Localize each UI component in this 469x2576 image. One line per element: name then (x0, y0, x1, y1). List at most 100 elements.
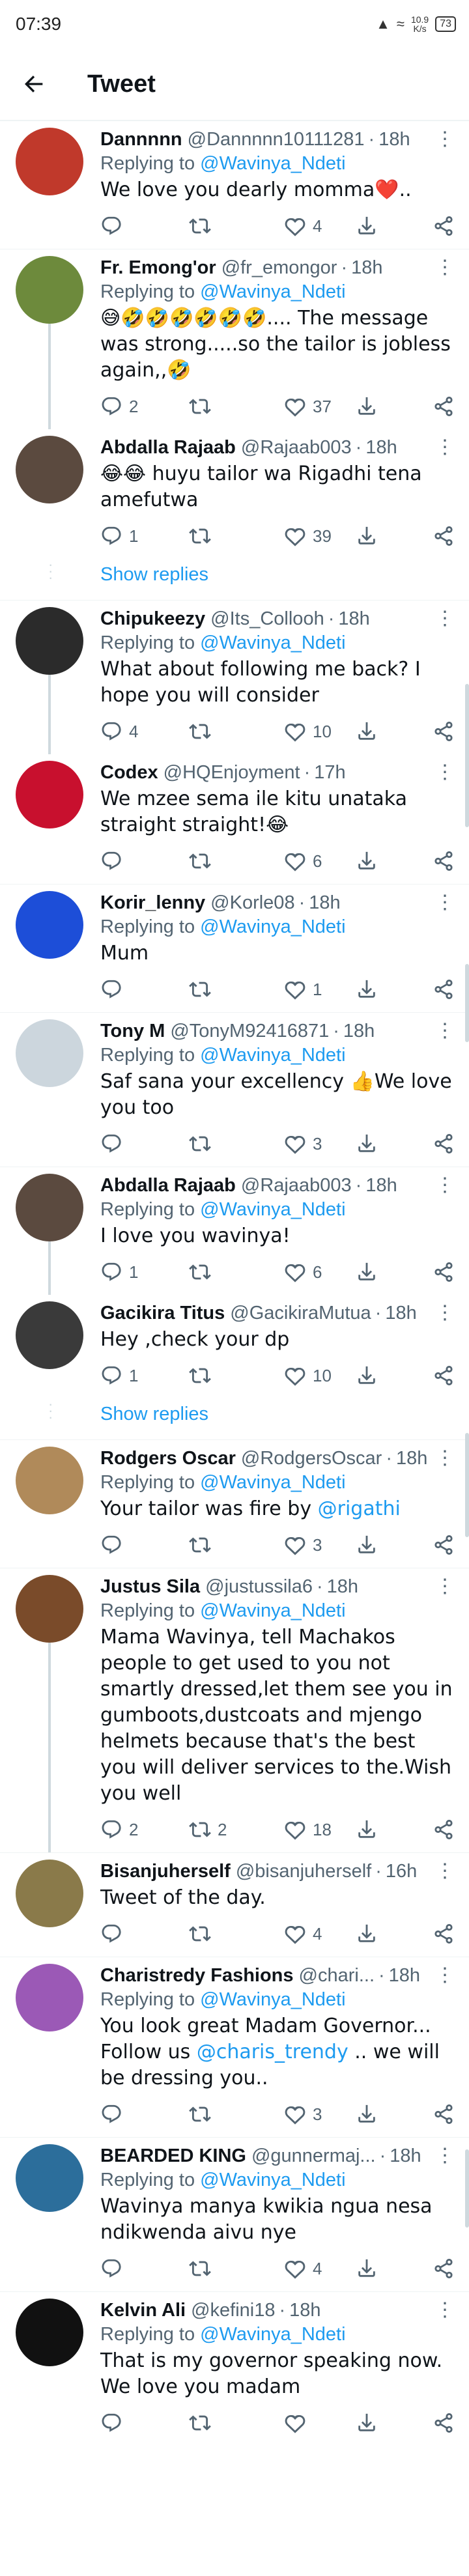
reply-button[interactable] (100, 1534, 189, 1556)
download-button[interactable] (356, 1365, 433, 1387)
download-button[interactable] (356, 720, 433, 743)
tweet-item[interactable]: Fr. Emong'or @fr_emongor · 18h ⋮ Replying to … (0, 249, 469, 429)
more-options-icon[interactable]: ⋮ (430, 761, 455, 784)
retweet-button[interactable] (189, 1534, 284, 1556)
replying-to-mention[interactable]: @Wavinya_Ndeti (200, 1045, 345, 1066)
retweet-button[interactable] (189, 395, 284, 418)
download-button[interactable] (356, 215, 433, 237)
avatar[interactable] (16, 1301, 83, 1369)
download-button[interactable] (356, 2258, 433, 2280)
like-button[interactable]: 18 (284, 1819, 356, 1841)
author-handle[interactable]: @fr_emongor (221, 257, 337, 279)
more-options-icon[interactable]: ⋮ (430, 1301, 455, 1324)
retweet-button[interactable] (189, 1923, 284, 1945)
retweet-button[interactable] (189, 1261, 284, 1283)
author-name[interactable]: Bisanjuherself (100, 1861, 231, 1882)
more-options-icon[interactable]: ⋮ (430, 1964, 455, 1987)
more-options-icon[interactable]: ⋮ (430, 891, 455, 914)
share-button[interactable] (433, 1819, 455, 1841)
more-options-icon[interactable]: ⋮ (430, 2144, 455, 2167)
reply-button[interactable]: 1 (100, 1365, 189, 1387)
author-handle[interactable]: @GacikiraMutua (230, 1303, 371, 1324)
author-handle[interactable]: @TonyM92416871 (170, 1021, 329, 1042)
author-name[interactable]: Gacikira Titus (100, 1303, 225, 1324)
reply-button[interactable] (100, 978, 189, 1000)
like-button[interactable]: 3 (284, 2103, 356, 2125)
show-replies-label[interactable]: Show replies (100, 564, 208, 585)
replying-to-mention[interactable]: @Wavinya_Ndeti (200, 632, 345, 653)
more-options-icon[interactable]: ⋮ (430, 256, 455, 279)
avatar[interactable] (16, 1019, 83, 1087)
like-button[interactable]: 6 (284, 850, 356, 872)
replying-to-mention[interactable]: @Wavinya_Ndeti (200, 153, 345, 174)
download-button[interactable] (356, 1133, 433, 1155)
author-name[interactable]: Abdalla Rajaab (100, 1175, 236, 1196)
download-button[interactable] (356, 850, 433, 872)
author-handle[interactable]: @Korle08 (210, 892, 294, 914)
replying-to-mention[interactable]: @Wavinya_Ndeti (200, 281, 345, 302)
share-button[interactable] (433, 1534, 455, 1556)
replying-to-mention[interactable]: @Wavinya_Ndeti (200, 1472, 345, 1493)
reply-button[interactable] (100, 1923, 189, 1945)
tweet-item[interactable]: Bisanjuherself @bisanjuherself · 16h ⋮ Tweet … (0, 1852, 469, 1957)
more-options-icon[interactable]: ⋮ (430, 2299, 455, 2321)
reply-button[interactable]: 1 (100, 525, 189, 547)
back-arrow-icon[interactable] (16, 66, 52, 102)
replying-to-mention[interactable]: @Wavinya_Ndeti (200, 916, 345, 937)
retweet-button[interactable] (189, 525, 284, 547)
retweet-button[interactable] (189, 215, 284, 237)
tweet-text-mention[interactable]: @rigathi (318, 1497, 401, 1520)
avatar[interactable] (16, 761, 83, 828)
replying-to-mention[interactable]: @Wavinya_Ndeti (200, 1600, 345, 1621)
author-handle[interactable]: @Rajaab003 (241, 437, 352, 459)
author-handle[interactable]: @chari... (299, 1965, 375, 1987)
retweet-button[interactable] (189, 2258, 284, 2280)
tweet-item[interactable]: BEARDED KING @gunnermaj... · 18h ⋮ Replying t… (0, 2137, 469, 2291)
like-button[interactable]: 3 (284, 1534, 356, 1556)
reply-button[interactable] (100, 215, 189, 237)
more-options-icon[interactable]: ⋮ (430, 1575, 455, 1598)
author-handle[interactable]: @Its_Collooh (210, 608, 324, 630)
share-button[interactable] (433, 1923, 455, 1945)
retweet-button[interactable] (189, 1365, 284, 1387)
share-button[interactable] (433, 2103, 455, 2125)
download-button[interactable] (356, 2103, 433, 2125)
reply-button[interactable] (100, 2258, 189, 2280)
share-button[interactable] (433, 1365, 455, 1387)
tweet-item[interactable]: Abdalla Rajaab @Rajaab003 · 18h ⋮ 😂😂 huyu tai… (0, 429, 469, 559)
reply-button[interactable]: 4 (100, 720, 189, 743)
reply-button[interactable]: 2 (100, 395, 189, 418)
share-button[interactable] (433, 525, 455, 547)
tweet-item[interactable]: Kelvin Ali @kefini18 · 18h ⋮ Replying to @Wav… (0, 2291, 469, 2446)
show-replies-label[interactable]: Show replies (100, 1404, 208, 1424)
replying-to-mention[interactable]: @Wavinya_Ndeti (200, 1989, 345, 2010)
replying-to-mention[interactable]: @Wavinya_Ndeti (200, 2170, 345, 2190)
author-handle[interactable]: @RodgersOscar (241, 1448, 382, 1469)
author-name[interactable]: Abdalla Rajaab (100, 437, 236, 459)
scrollbar[interactable] (465, 684, 469, 827)
replying-to-mention[interactable]: @Wavinya_Ndeti (200, 2324, 345, 2345)
retweet-button[interactable] (189, 2103, 284, 2125)
author-name[interactable]: Fr. Emong'or (100, 257, 216, 279)
avatar[interactable] (16, 607, 83, 675)
avatar[interactable] (16, 128, 83, 195)
download-button[interactable] (356, 1819, 433, 1841)
tweet-item[interactable]: Charistredy Fashions @chari... · 18h ⋮ Replyi… (0, 1957, 469, 2137)
author-handle[interactable]: @kefini18 (191, 2300, 275, 2321)
tweet-item[interactable]: Chipukeezy @Its_Collooh · 18h ⋮ Replying to @… (0, 600, 469, 754)
retweet-button[interactable] (189, 978, 284, 1000)
share-button[interactable] (433, 395, 455, 418)
author-handle[interactable]: @Dannnnn10111281 (188, 129, 365, 150)
reply-button[interactable]: 1 (100, 1261, 189, 1283)
avatar[interactable] (16, 1174, 83, 1241)
author-name[interactable]: Justus Sila (100, 1576, 200, 1598)
author-name[interactable]: Rodgers Oscar (100, 1448, 236, 1469)
download-button[interactable] (356, 395, 433, 418)
retweet-button[interactable] (189, 720, 284, 743)
avatar[interactable] (16, 1447, 83, 1514)
share-button[interactable] (433, 2412, 455, 2434)
avatar[interactable] (16, 1964, 83, 2031)
like-button[interactable]: 39 (284, 525, 356, 547)
reply-button[interactable] (100, 1133, 189, 1155)
avatar[interactable] (16, 1575, 83, 1643)
